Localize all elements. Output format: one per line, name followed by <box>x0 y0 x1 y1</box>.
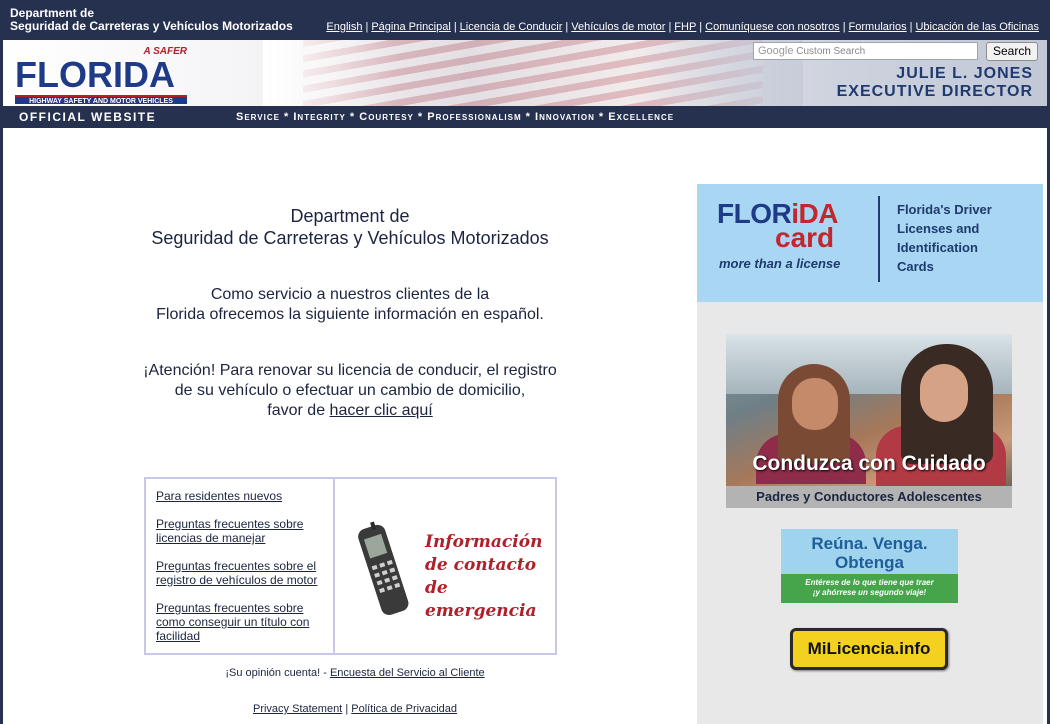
hacer-clic-aqui-link[interactable]: hacer clic aquí <box>330 402 433 419</box>
link-licencia-de-conducir[interactable]: Licencia de Conducir <box>460 21 563 33</box>
link-separator: | <box>668 21 672 33</box>
logo-florida: FLORIDA <box>15 54 175 95</box>
link-separator: | <box>699 21 703 33</box>
teen-photo-adult-face <box>792 378 838 430</box>
banner: A SAFER FLORIDA HIGHWAY SAFETY AND MOTOR… <box>3 40 1047 106</box>
politica-privacidad-link[interactable]: Política de Privacidad <box>351 703 457 715</box>
reuna-sub2: ¡y ahórrese un segundo viaje! <box>812 588 927 597</box>
link-faq-registro[interactable]: Preguntas frecuentes sobre el registro d… <box>156 559 326 587</box>
reuna-line1: Reúna. Venga. <box>811 534 928 553</box>
link-residentes-nuevos[interactable]: Para residentes nuevos <box>156 489 326 503</box>
link-english[interactable]: English <box>326 21 362 33</box>
director-name: JULIE L. JONES <box>896 65 1033 82</box>
search-input[interactable]: Google Custom Search <box>753 42 978 60</box>
attention-prefix: favor de <box>267 402 330 419</box>
attention-line3: favor de hacer clic aquí <box>3 401 697 421</box>
link-comuniquese[interactable]: Comuníquese con nosotros <box>705 21 840 33</box>
faq-links: Para residentes nuevos Preguntas frecuen… <box>146 479 335 653</box>
milicencia-button[interactable]: MiLicencia.info <box>790 628 948 670</box>
floridacard-desc4: Cards <box>897 259 934 274</box>
reuna-sub1: Entérese de lo que tiene que traer <box>805 578 934 587</box>
page-title: Department de Seguridad de Carreteras y … <box>3 205 697 249</box>
floridacard-card: card <box>775 222 835 253</box>
floridacard-desc1: Florida's Driver <box>897 202 992 217</box>
values-text: Service * Integrity * Courtesy * Profess… <box>236 111 675 123</box>
emergency-contact-banner[interactable]: Información de contacto de emergencia <box>337 479 555 653</box>
footer: Privacy Statement | Política de Privacid… <box>3 703 707 715</box>
page-title-line1: Department de <box>290 206 410 226</box>
floridacard-banner[interactable]: FLORiDA card more than a license Florida… <box>697 184 1043 302</box>
sidebar: FLORiDA card more than a license Florida… <box>697 184 1043 724</box>
reuna-venga-banner[interactable]: Reúna. Venga. Obtenga Entérese de lo que… <box>781 529 958 603</box>
info-box: Para residentes nuevos Preguntas frecuen… <box>144 477 557 655</box>
flag-fade <box>263 40 803 106</box>
values-bar: OFFICIAL WEBSITE Service * Integrity * C… <box>3 106 1047 128</box>
main-content: Department de Seguridad de Carreteras y … <box>3 128 697 724</box>
top-bar: Department de Seguridad de Carreteras y … <box>3 0 1047 40</box>
floridacard-desc2: Licenses and <box>897 221 980 236</box>
teen-caption: Conduzca con Cuidado <box>752 452 986 475</box>
department-name: Department de Seguridad de Carreteras y … <box>10 7 293 33</box>
cell-phone-icon <box>358 521 409 615</box>
emergency-contact-text: Información de contacto de emergencia <box>425 531 553 623</box>
intro-line1: Como servicio a nuestros clientes de la <box>210 286 490 303</box>
page: Department de Seguridad de Carreteras y … <box>3 0 1047 724</box>
reuna-band: Entérese de lo que tiene que traer ¡y ah… <box>781 574 958 603</box>
intro-text: Como servicio a nuestros clientes de la … <box>3 285 697 325</box>
attention-line1: ¡Atención! Para renovar su licencia de c… <box>143 362 557 379</box>
privacy-statement-link[interactable]: Privacy Statement <box>253 703 342 715</box>
executive-director: JULIE L. JONES EXECUTIVE DIRECTOR <box>837 65 1033 101</box>
link-fhp[interactable]: FHP <box>674 21 696 33</box>
link-separator: | <box>842 21 846 33</box>
google-brand: Google <box>758 45 794 57</box>
intro-line2: Florida ofrecemos la siguiente informaci… <box>156 306 544 323</box>
teen-driver-banner[interactable]: Conduzca con Cuidado Padres y Conductore… <box>726 334 1012 508</box>
survey-link[interactable]: Encuesta del Servicio al Cliente <box>330 667 485 679</box>
search-button[interactable]: Search <box>986 42 1038 61</box>
logo-subtitle: HIGHWAY SAFETY AND MOTOR VEHICLES <box>15 95 187 105</box>
emergency-line1: Información <box>425 532 543 552</box>
floridacard-divider <box>878 196 880 282</box>
reuna-title: Reúna. Venga. Obtenga <box>781 534 958 572</box>
director-title: EXECUTIVE DIRECTOR <box>836 83 1033 100</box>
link-ubicacion-oficinas[interactable]: Ubicación de las Oficinas <box>915 21 1039 33</box>
floridacard-description: Florida's Driver Licenses and Identifica… <box>897 200 992 276</box>
opinion-prefix: ¡Su opinión cuenta! - <box>225 667 330 679</box>
emergency-line3: emergencia <box>425 601 537 621</box>
floridacard-tagline: more than a license <box>719 256 841 271</box>
opinion-line: ¡Su opinión cuenta! - Encuesta del Servi… <box>3 667 707 679</box>
page-title-line2: Seguridad de Carreteras y Vehículos Moto… <box>151 228 549 248</box>
reuna-line2: Obtenga <box>835 553 904 572</box>
link-separator: | <box>453 21 457 33</box>
footer-separator: | <box>345 703 349 715</box>
link-faq-licencias[interactable]: Preguntas frecuentes sobre licencias de … <box>156 517 326 545</box>
top-links: English | Página Principal | Licencia de Con… <box>326 21 1039 33</box>
department-name-line2: Seguridad de Carreteras y Vehículos Moto… <box>10 19 293 33</box>
link-formularios[interactable]: Formularios <box>849 21 907 33</box>
search-placeholder-text: Custom Search <box>796 46 866 57</box>
official-website-label: OFFICIAL WEBSITE <box>19 110 157 124</box>
link-separator: | <box>365 21 369 33</box>
link-pagina-principal[interactable]: Página Principal <box>371 21 451 33</box>
flhsmv-logo[interactable]: A SAFER FLORIDA HIGHWAY SAFETY AND MOTOR… <box>13 46 191 106</box>
link-separator: | <box>565 21 569 33</box>
floridacard-desc3: Identification <box>897 240 978 255</box>
link-faq-titulo[interactable]: Preguntas frecuentes sobre como consegui… <box>156 601 326 643</box>
link-separator: | <box>909 21 913 33</box>
attention-text: ¡Atención! Para renovar su licencia de c… <box>3 361 697 421</box>
emergency-line2: de contacto de <box>425 555 537 598</box>
teen-band: Padres y Conductores Adolescentes <box>726 486 1012 508</box>
link-vehiculos-de-motor[interactable]: Vehículos de motor <box>571 21 665 33</box>
attention-line2: de su vehículo o efectuar un cambio de d… <box>174 382 526 399</box>
teen-photo-teen-face <box>920 364 968 422</box>
